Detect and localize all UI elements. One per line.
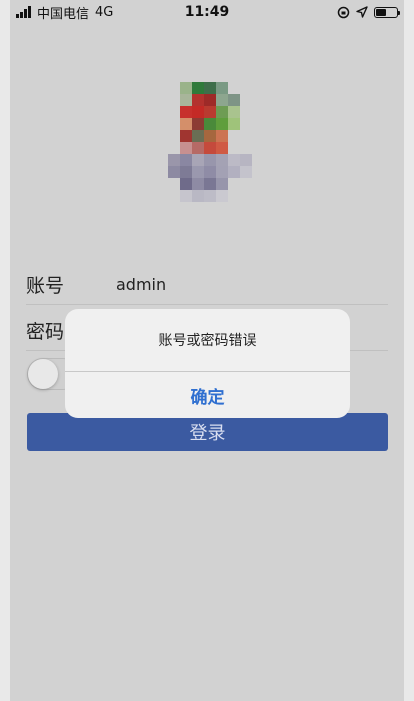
account-row[interactable]: 账号 admin [26,264,388,305]
frame-edge-right [404,0,414,701]
login-button[interactable]: 登录 [27,413,388,451]
account-input[interactable]: admin [116,275,166,294]
status-bar: 中国电信 4G 11:49 [10,0,404,24]
location-arrow-icon [356,6,368,18]
alert-message: 账号或密码错误 [158,333,257,349]
app-logo [168,82,252,202]
status-bar-right [337,6,400,19]
battery-icon [374,6,400,18]
toggle-knob [28,359,58,389]
alert-dialog: 账号或密码错误 确定 [65,309,350,418]
alert-confirm-button[interactable]: 确定 [65,372,350,418]
account-label: 账号 [26,274,65,297]
frame-edge-left [0,0,10,701]
rotation-lock-icon [337,6,350,18]
